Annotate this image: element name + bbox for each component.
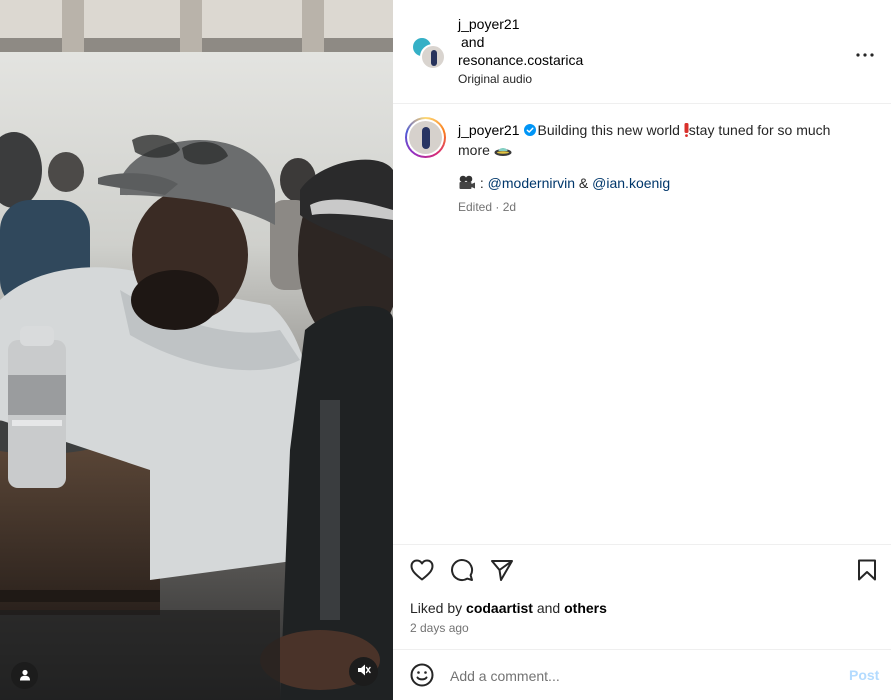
- mention-link-1[interactable]: @modernirvin: [488, 175, 575, 191]
- comment-icon: [450, 558, 474, 585]
- flying-saucer-emoji-icon: [494, 143, 512, 161]
- user-tag-icon: [19, 668, 31, 684]
- collab-avatars[interactable]: [411, 36, 446, 70]
- liked-by-user-link[interactable]: codaartist: [466, 600, 533, 616]
- save-button[interactable]: [854, 558, 880, 584]
- send-icon: [490, 559, 514, 584]
- post-photo: [0, 0, 393, 700]
- mention-link-2[interactable]: @ian.koenig: [592, 175, 670, 191]
- caption-username[interactable]: j_poyer21: [458, 122, 520, 138]
- post-details-panel: j_poyer21 and resonance.costarica Origin…: [393, 0, 891, 700]
- credit-joiner: &: [575, 175, 593, 191]
- liked-by-prefix: Liked by: [410, 600, 467, 616]
- mute-toggle-button[interactable]: [349, 657, 378, 686]
- film-camera-emoji-icon: [458, 175, 476, 193]
- post-media[interactable]: [0, 0, 393, 700]
- emoji-picker-button[interactable]: [410, 663, 434, 690]
- comment-button[interactable]: [449, 558, 475, 584]
- post-timestamp[interactable]: 2 days ago: [410, 621, 469, 635]
- post-comment-button[interactable]: Post: [849, 667, 879, 683]
- caption-avatar[interactable]: [405, 117, 446, 158]
- caption-body-1: Building this new world: [537, 122, 684, 138]
- caption-text: j_poyer21 Building this new world stay tu…: [458, 121, 858, 161]
- more-options-button[interactable]: [853, 40, 877, 64]
- comment-input[interactable]: [450, 665, 830, 687]
- bookmark-icon: [857, 559, 877, 584]
- action-bar: Liked by codaartist and others 2 days ag…: [393, 546, 891, 650]
- post-header: j_poyer21 and resonance.costarica Origin…: [393, 0, 891, 104]
- verified-badge-icon: [523, 122, 536, 136]
- caption-section: j_poyer21 Building this new world stay tu…: [393, 105, 891, 545]
- share-button[interactable]: [489, 558, 515, 584]
- tagged-users-button[interactable]: [11, 662, 38, 689]
- author-username-secondary[interactable]: resonance.costarica: [458, 52, 583, 68]
- more-options-icon: [856, 44, 874, 60]
- credit-prefix: :: [476, 175, 488, 191]
- heart-icon: [410, 559, 434, 584]
- liked-by-summary: Liked by codaartist and others: [410, 600, 607, 616]
- caption-meta: Edited · 2d: [458, 200, 517, 214]
- like-button[interactable]: [409, 558, 435, 584]
- liked-by-others-link[interactable]: others: [564, 600, 607, 616]
- muted-speaker-icon: [357, 663, 371, 680]
- author-username-primary[interactable]: j_poyer21: [458, 16, 520, 32]
- smiley-icon: [410, 663, 434, 690]
- avatar-primary: [420, 44, 446, 70]
- audio-link[interactable]: Original audio: [458, 72, 532, 86]
- author-joiner: and: [461, 34, 485, 50]
- liked-by-joiner: and: [532, 600, 565, 616]
- caption-credits: : @modernirvin & @ian.koenig: [458, 175, 670, 193]
- comment-composer: Post: [393, 651, 891, 700]
